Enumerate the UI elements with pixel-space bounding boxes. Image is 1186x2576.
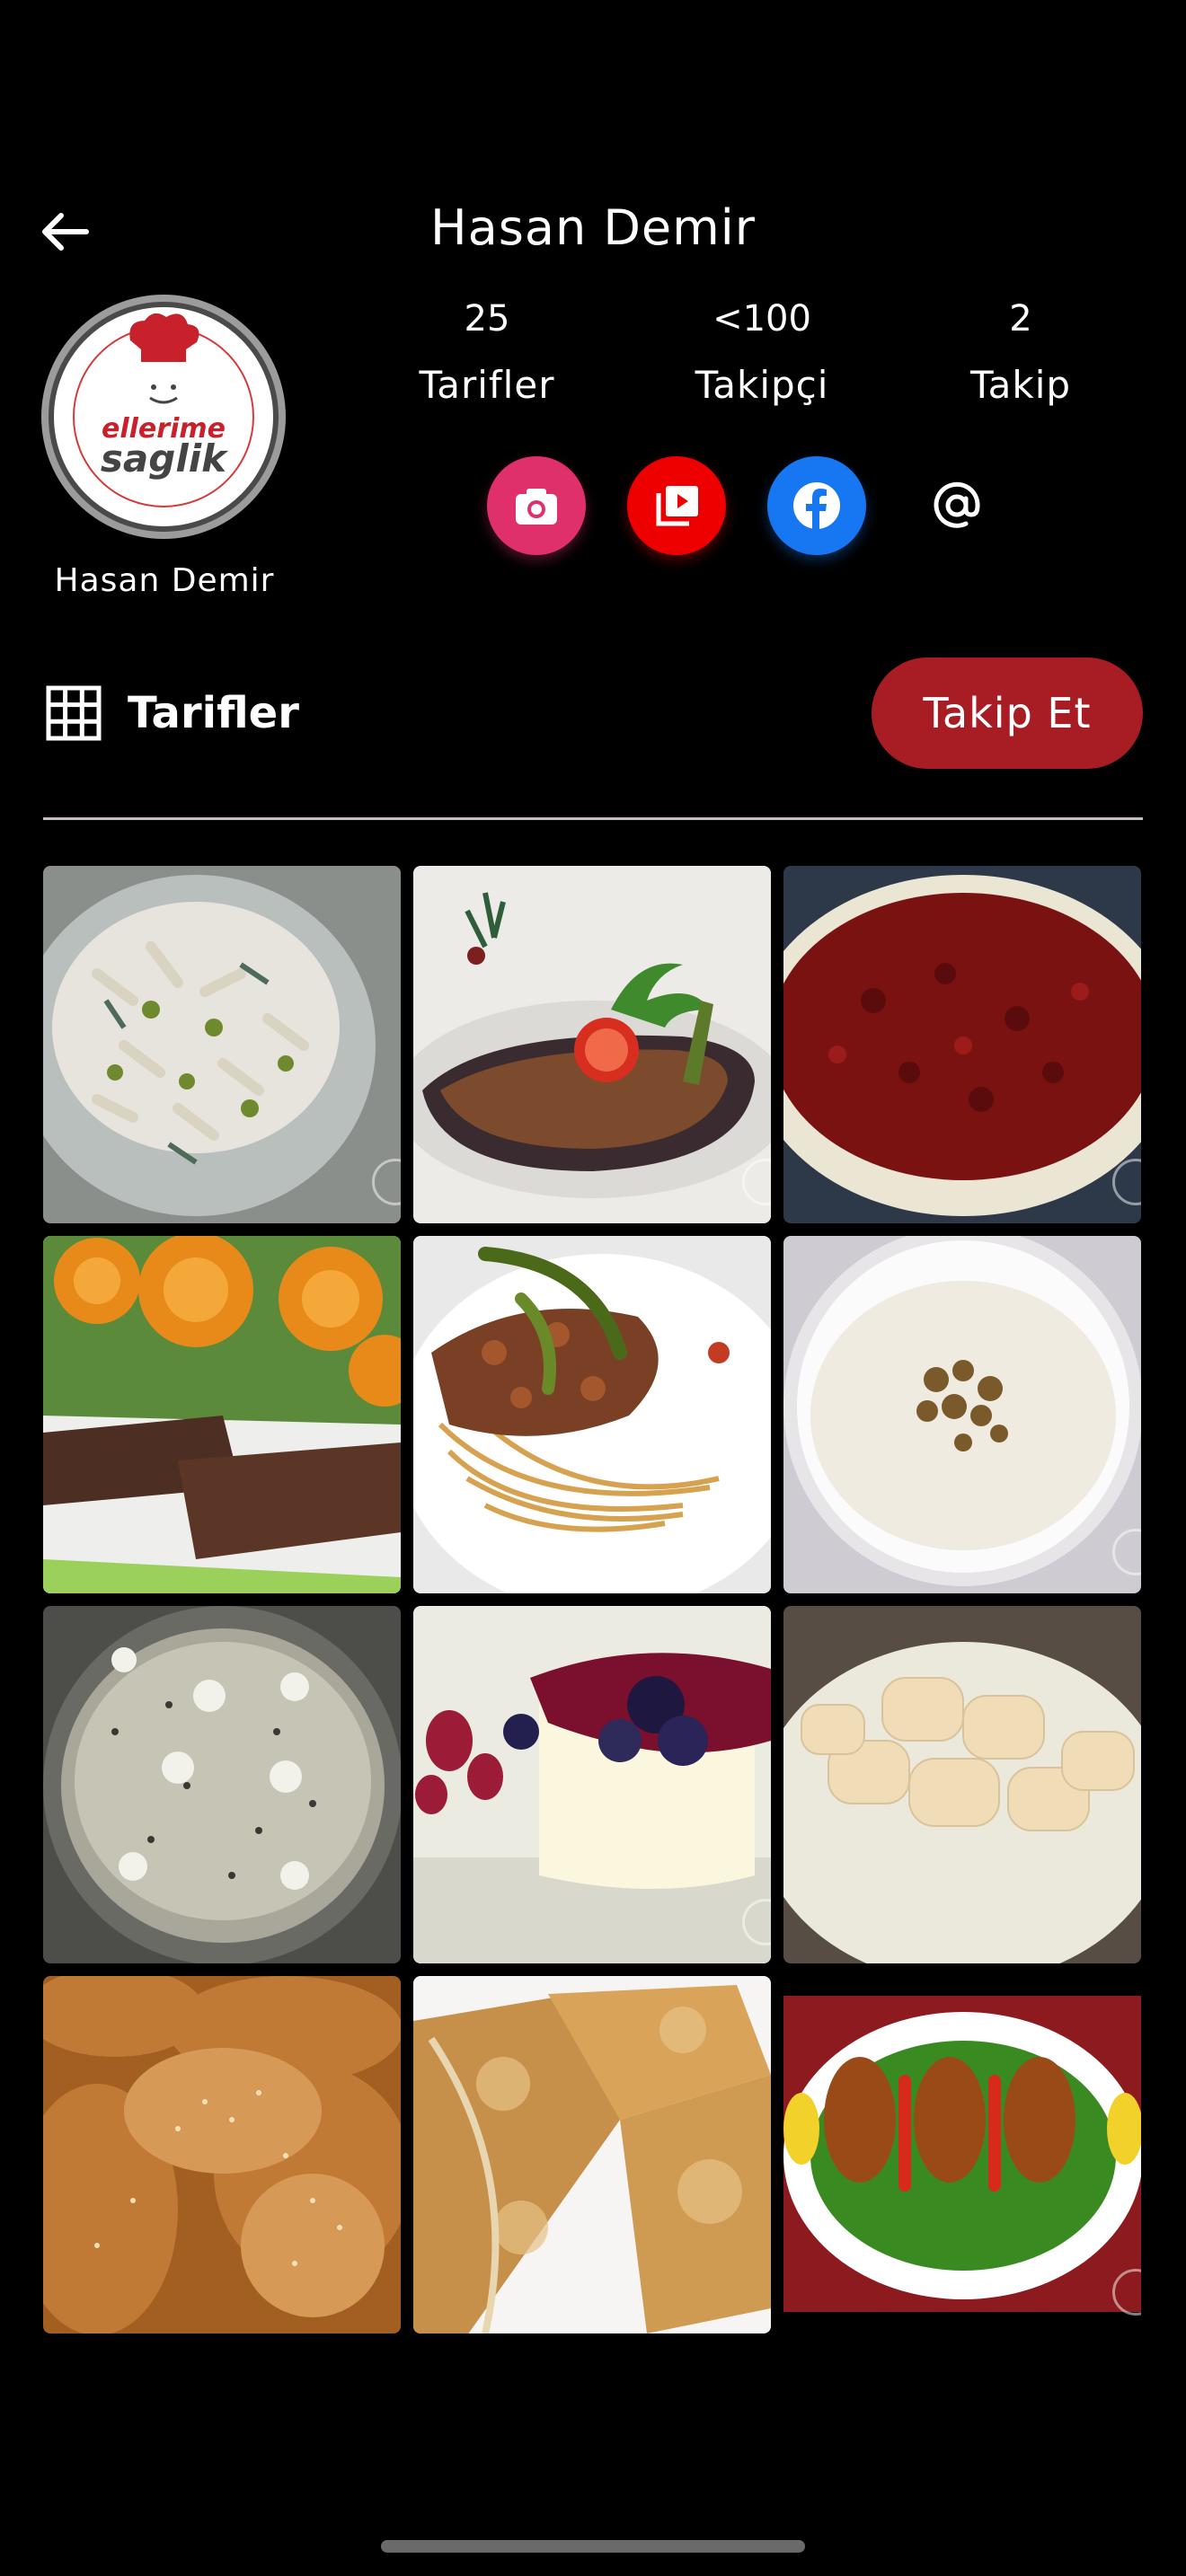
profile-name: Hasan Demir	[54, 562, 275, 599]
recipe-tile-walnut-pudding[interactable]	[783, 1236, 1141, 1593]
at-sign-icon	[934, 481, 980, 528]
recipe-image	[43, 1976, 401, 2333]
recipe-tile-rolled-borek[interactable]	[413, 1976, 771, 2333]
recipe-image	[783, 1236, 1141, 1593]
recipe-image	[413, 1976, 771, 2333]
recipe-image	[413, 1236, 771, 1593]
recipe-tile-chocolate-bars[interactable]	[43, 1236, 401, 1593]
camera-icon	[516, 489, 557, 525]
recipe-tile-spaghetti-bolognese[interactable]	[413, 1236, 771, 1593]
profile-screen: Hasan Demir ellerime saglik Hasan Demir …	[0, 0, 1186, 2576]
recipe-tile-pasta-salad[interactable]	[43, 866, 401, 1223]
recipe-image	[783, 1976, 1141, 2333]
recipe-image	[43, 866, 401, 1223]
email-button[interactable]	[907, 456, 1006, 555]
follow-button[interactable]: Takip Et	[872, 657, 1143, 769]
recipe-tile-cake[interactable]	[43, 1606, 401, 1963]
section-title: Tarifler	[128, 688, 299, 738]
recipe-image	[783, 1606, 1141, 1963]
page-title: Hasan Demir	[430, 199, 756, 256]
stat-recipes[interactable]: 25 Tarifler	[379, 298, 595, 407]
chef-logo-icon: ellerime saglik	[73, 313, 254, 507]
recipe-tile-red-pepper-paste[interactable]	[783, 866, 1141, 1223]
recipe-image	[783, 866, 1141, 1223]
stat-value: 25	[464, 298, 510, 340]
avatar: ellerime saglik	[41, 295, 286, 539]
recipe-image	[43, 1606, 401, 1963]
facebook-icon	[793, 482, 840, 530]
video-library-icon	[656, 486, 698, 526]
stat-value: 2	[1009, 298, 1032, 340]
stat-following[interactable]: 2 Takip	[913, 298, 1128, 407]
stat-label: Takipçi	[695, 363, 829, 407]
stat-label: Tarifler	[419, 363, 555, 407]
recipe-tile-cookies[interactable]	[783, 1606, 1141, 1963]
avatar-text-bottom: saglik	[101, 437, 229, 481]
stat-label: Takip	[969, 363, 1072, 407]
recipe-tile-icli-kofte[interactable]	[783, 1976, 1141, 2333]
grid-icon	[46, 685, 102, 741]
stat-followers[interactable]: <100 Takipçi	[654, 298, 870, 407]
recipe-tile-sesame-pastry[interactable]	[43, 1976, 401, 2333]
recipe-image	[413, 1606, 771, 1963]
instagram-button[interactable]	[487, 456, 586, 555]
avatar-logo: ellerime saglik	[49, 302, 279, 532]
stat-value: <100	[712, 298, 811, 340]
facebook-button[interactable]	[767, 456, 866, 555]
youtube-button[interactable]	[627, 456, 726, 555]
recipe-image	[413, 866, 771, 1223]
home-indicator[interactable]	[381, 2540, 805, 2553]
divider	[43, 817, 1143, 820]
recipe-tile-stuffed-eggplant[interactable]	[413, 866, 771, 1223]
recipe-tile-panna-cotta[interactable]	[413, 1606, 771, 1963]
recipe-image	[43, 1236, 401, 1593]
